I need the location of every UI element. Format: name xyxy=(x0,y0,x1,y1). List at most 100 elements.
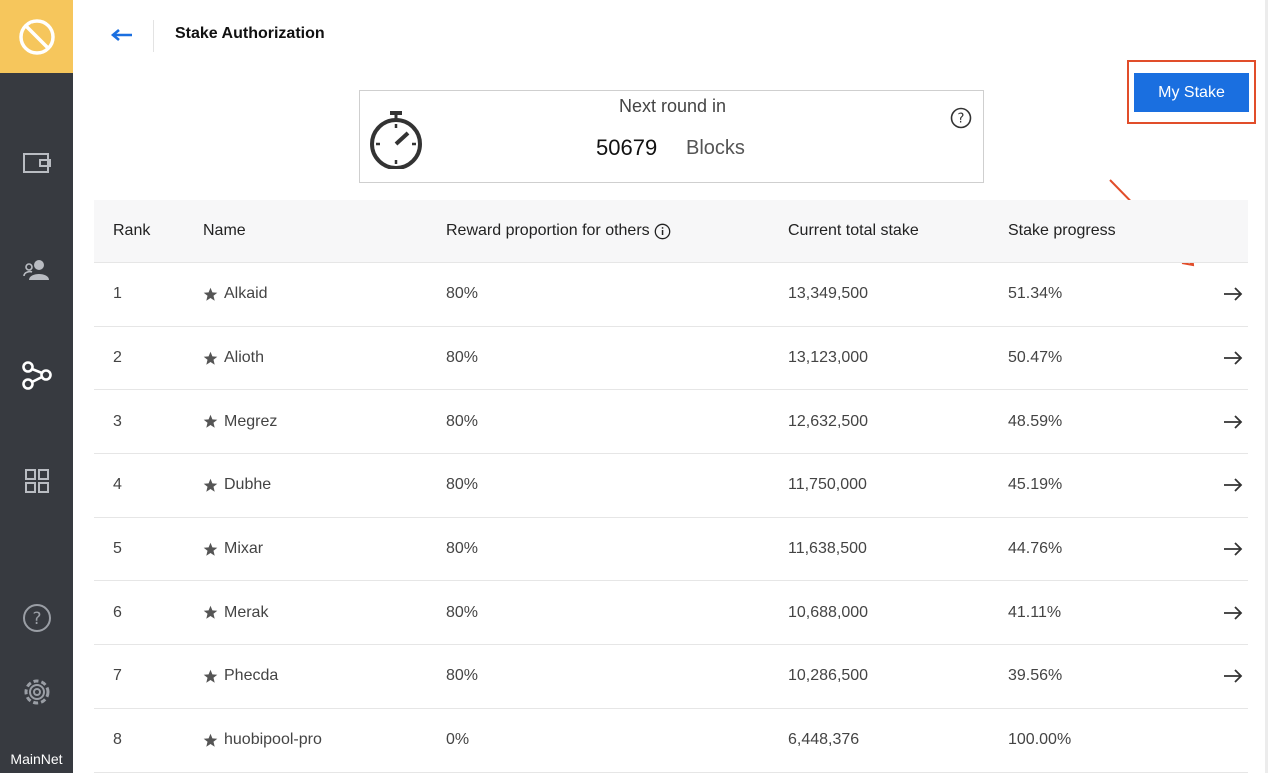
row-total-stake: 6,448,376 xyxy=(788,731,860,749)
sidebar-item-node-stake[interactable] xyxy=(0,347,73,403)
row-total-stake: 10,286,500 xyxy=(788,667,869,685)
col-header-reward: Reward proportion for others xyxy=(446,222,788,240)
row-detail-button[interactable] xyxy=(1188,605,1248,621)
logo-icon xyxy=(18,18,55,55)
row-rank: 5 xyxy=(113,540,122,558)
row-rank: 2 xyxy=(113,349,122,367)
table-row[interactable]: 5 Mixar 80% 11,638,500 44.76% xyxy=(94,518,1248,582)
star-icon xyxy=(203,287,218,301)
svg-text:?: ? xyxy=(32,609,41,629)
star-icon xyxy=(203,733,218,747)
table-row[interactable]: 1 Alkaid 80% 13,349,500 51.34% xyxy=(94,263,1248,327)
row-detail-button[interactable] xyxy=(1188,541,1248,557)
star-icon xyxy=(203,478,218,492)
my-stake-button[interactable]: My Stake xyxy=(1134,73,1249,112)
table-row[interactable]: 7 Phecda 80% 10,286,500 39.56% xyxy=(94,645,1248,709)
row-detail-button[interactable] xyxy=(1188,286,1248,302)
row-reward: 80% xyxy=(446,349,479,367)
table-row[interactable]: 6 Merak 80% 10,688,000 41.11% xyxy=(94,581,1248,646)
row-detail-button[interactable] xyxy=(1188,668,1248,684)
row-stake-progress: 100.00% xyxy=(1008,731,1072,749)
row-rank: 6 xyxy=(113,603,122,621)
table-row[interactable]: 3 Megrez 80% 12,632,500 48.59% xyxy=(94,390,1248,455)
page-title: Stake Authorization xyxy=(175,25,325,42)
row-rank: 4 xyxy=(113,476,122,494)
row-reward: 80% xyxy=(446,540,479,558)
row-name: huobipool-pro xyxy=(224,731,322,749)
blocks-unit: Blocks xyxy=(686,137,745,159)
sidebar-item-help[interactable]: ? xyxy=(0,590,73,646)
arrow-right-icon xyxy=(1224,415,1243,429)
contacts-icon xyxy=(22,260,49,280)
arrow-right-icon xyxy=(1224,287,1243,301)
row-total-stake: 12,632,500 xyxy=(788,412,869,430)
table-row[interactable]: 2 Alioth 80% 13,123,000 50.47% xyxy=(94,327,1248,391)
row-reward: 0% xyxy=(446,731,470,749)
app-window: ? MainNet Stake Authorization Next round… xyxy=(0,0,1268,773)
next-round-panel: Next round in 50679 Blocks ? xyxy=(359,90,984,183)
table-row[interactable]: 4 Dubhe 80% 11,750,000 45.19% xyxy=(94,454,1248,518)
row-reward: 80% xyxy=(446,285,479,303)
row-name: Phecda xyxy=(224,667,279,685)
row-stake-progress: 44.76% xyxy=(1008,540,1063,558)
row-name: Megrez xyxy=(224,412,278,430)
network-label: MainNet xyxy=(10,751,63,767)
star-icon xyxy=(203,542,218,556)
row-total-stake: 10,688,000 xyxy=(788,603,869,621)
arrow-right-icon xyxy=(1224,542,1243,556)
row-name: Merak xyxy=(224,603,269,621)
row-stake-progress: 50.47% xyxy=(1008,349,1063,367)
app-logo xyxy=(0,0,73,73)
row-detail-button[interactable] xyxy=(1188,477,1248,493)
row-rank: 7 xyxy=(113,667,122,685)
star-icon xyxy=(203,415,218,428)
col-header-progress: Stake progress xyxy=(1008,222,1116,239)
settings-icon xyxy=(24,679,49,705)
row-total-stake: 13,349,500 xyxy=(788,285,869,303)
info-icon[interactable] xyxy=(654,223,671,240)
row-total-stake: 11,750,000 xyxy=(788,476,867,494)
row-rank: 8 xyxy=(113,731,122,749)
col-header-name: Name xyxy=(203,222,246,239)
col-header-total: Current total stake xyxy=(788,222,919,239)
table-header: Rank Name Reward proportion for others C… xyxy=(94,200,1248,263)
row-reward: 80% xyxy=(446,412,479,430)
table-row[interactable]: 8 huobipool-pro 0% 6,448,376 100.00% xyxy=(94,709,1248,773)
row-detail-button[interactable] xyxy=(1188,414,1248,430)
row-stake-progress: 48.59% xyxy=(1008,412,1063,430)
row-name: Alkaid xyxy=(224,285,268,303)
row-total-stake: 11,638,500 xyxy=(788,540,867,558)
row-name: Alioth xyxy=(224,349,265,367)
col-header-rank: Rank xyxy=(113,222,151,239)
svg-text:?: ? xyxy=(958,112,965,127)
row-detail-button[interactable] xyxy=(1188,350,1248,366)
row-stake-progress: 39.56% xyxy=(1008,667,1063,685)
sidebar-item-wallet[interactable] xyxy=(0,135,73,191)
row-reward: 80% xyxy=(446,476,479,494)
apps-grid-icon xyxy=(24,469,49,493)
row-reward: 80% xyxy=(446,667,479,685)
next-round-label: Next round in xyxy=(618,96,727,116)
row-total-stake: 13,123,000 xyxy=(788,349,869,367)
sidebar-item-apps[interactable] xyxy=(0,453,73,509)
arrow-right-icon xyxy=(1224,606,1243,620)
star-icon xyxy=(203,669,218,683)
header-divider xyxy=(153,20,154,52)
row-name: Mixar xyxy=(224,540,264,558)
arrow-right-icon xyxy=(1224,351,1243,365)
round-help-icon[interactable]: ? xyxy=(950,107,972,129)
row-stake-progress: 51.34% xyxy=(1008,285,1063,303)
sidebar: ? MainNet xyxy=(0,0,73,773)
star-icon xyxy=(203,606,218,619)
blocks-count: 50679 xyxy=(596,135,658,160)
row-stake-progress: 41.11% xyxy=(1008,603,1062,621)
row-reward: 80% xyxy=(446,603,479,621)
wallet-icon xyxy=(22,153,51,173)
row-stake-progress: 45.19% xyxy=(1008,476,1063,494)
star-icon xyxy=(203,351,218,365)
sidebar-item-settings[interactable] xyxy=(0,664,73,720)
node-stake-icon xyxy=(21,361,52,390)
back-button[interactable] xyxy=(108,22,136,48)
sidebar-item-contacts[interactable] xyxy=(0,242,73,298)
stopwatch-icon xyxy=(370,111,422,169)
